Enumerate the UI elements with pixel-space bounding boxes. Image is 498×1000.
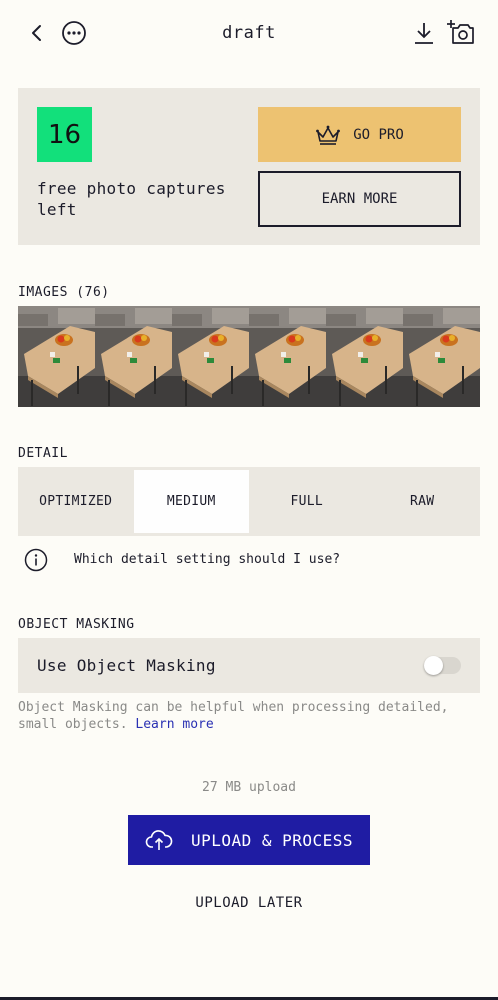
image-gallery[interactable]	[18, 306, 480, 407]
image-thumbnail[interactable]	[95, 306, 172, 407]
masking-note: Object Masking can be helpful when proce…	[18, 699, 480, 733]
captures-left-count: 16	[37, 107, 92, 162]
detail-selector: OPTIMIZED MEDIUM FULL RAW	[18, 467, 480, 536]
upload-process-label: UPLOAD & PROCESS	[190, 830, 354, 850]
detail-help-link[interactable]: Which detail setting should I use?	[24, 547, 464, 573]
add-photo-icon[interactable]	[446, 18, 476, 48]
detail-option-raw[interactable]: RAW	[365, 467, 481, 536]
image-thumbnail[interactable]	[249, 306, 326, 407]
object-masking-label: Use Object Masking	[37, 656, 216, 675]
object-masking-row: Use Object Masking	[18, 638, 480, 693]
crown-icon	[316, 125, 341, 145]
masking-note-text: Object Masking can be helpful when proce…	[18, 700, 449, 732]
detail-option-medium[interactable]: MEDIUM	[133, 470, 249, 533]
top-bar: draft	[0, 0, 498, 68]
image-thumbnail[interactable]	[326, 306, 403, 407]
detail-option-full[interactable]: FULL	[249, 467, 365, 536]
images-section-label: IMAGES (76)	[18, 285, 110, 300]
image-thumbnail[interactable]	[403, 306, 480, 407]
upload-size-text: 27 MB upload	[202, 780, 296, 795]
image-thumbnail[interactable]	[172, 306, 249, 407]
learn-more-link[interactable]: Learn more	[135, 717, 213, 732]
captures-promo-card: 16 free photo captures left GO PRO EARN …	[18, 88, 480, 245]
download-icon[interactable]	[410, 19, 438, 47]
earn-more-button[interactable]: EARN MORE	[258, 171, 461, 227]
masking-section-label: OBJECT MASKING	[18, 617, 135, 632]
go-pro-button[interactable]: GO PRO	[258, 107, 461, 162]
detail-help-text: Which detail setting should I use?	[74, 552, 341, 567]
object-masking-toggle[interactable]	[424, 656, 461, 675]
detail-option-optimized[interactable]: OPTIMIZED	[18, 467, 134, 536]
upload-process-button[interactable]: UPLOAD & PROCESS	[128, 815, 370, 865]
toggle-knob	[424, 656, 443, 675]
detail-section-label: DETAIL	[18, 446, 68, 461]
upload-later-button[interactable]: UPLOAD LATER	[0, 895, 498, 911]
info-icon	[24, 548, 48, 572]
captures-left-label: free photo captures left	[37, 179, 226, 219]
image-thumbnail[interactable]	[18, 306, 95, 407]
go-pro-label: GO PRO	[353, 126, 404, 143]
cloud-upload-icon	[145, 830, 173, 850]
